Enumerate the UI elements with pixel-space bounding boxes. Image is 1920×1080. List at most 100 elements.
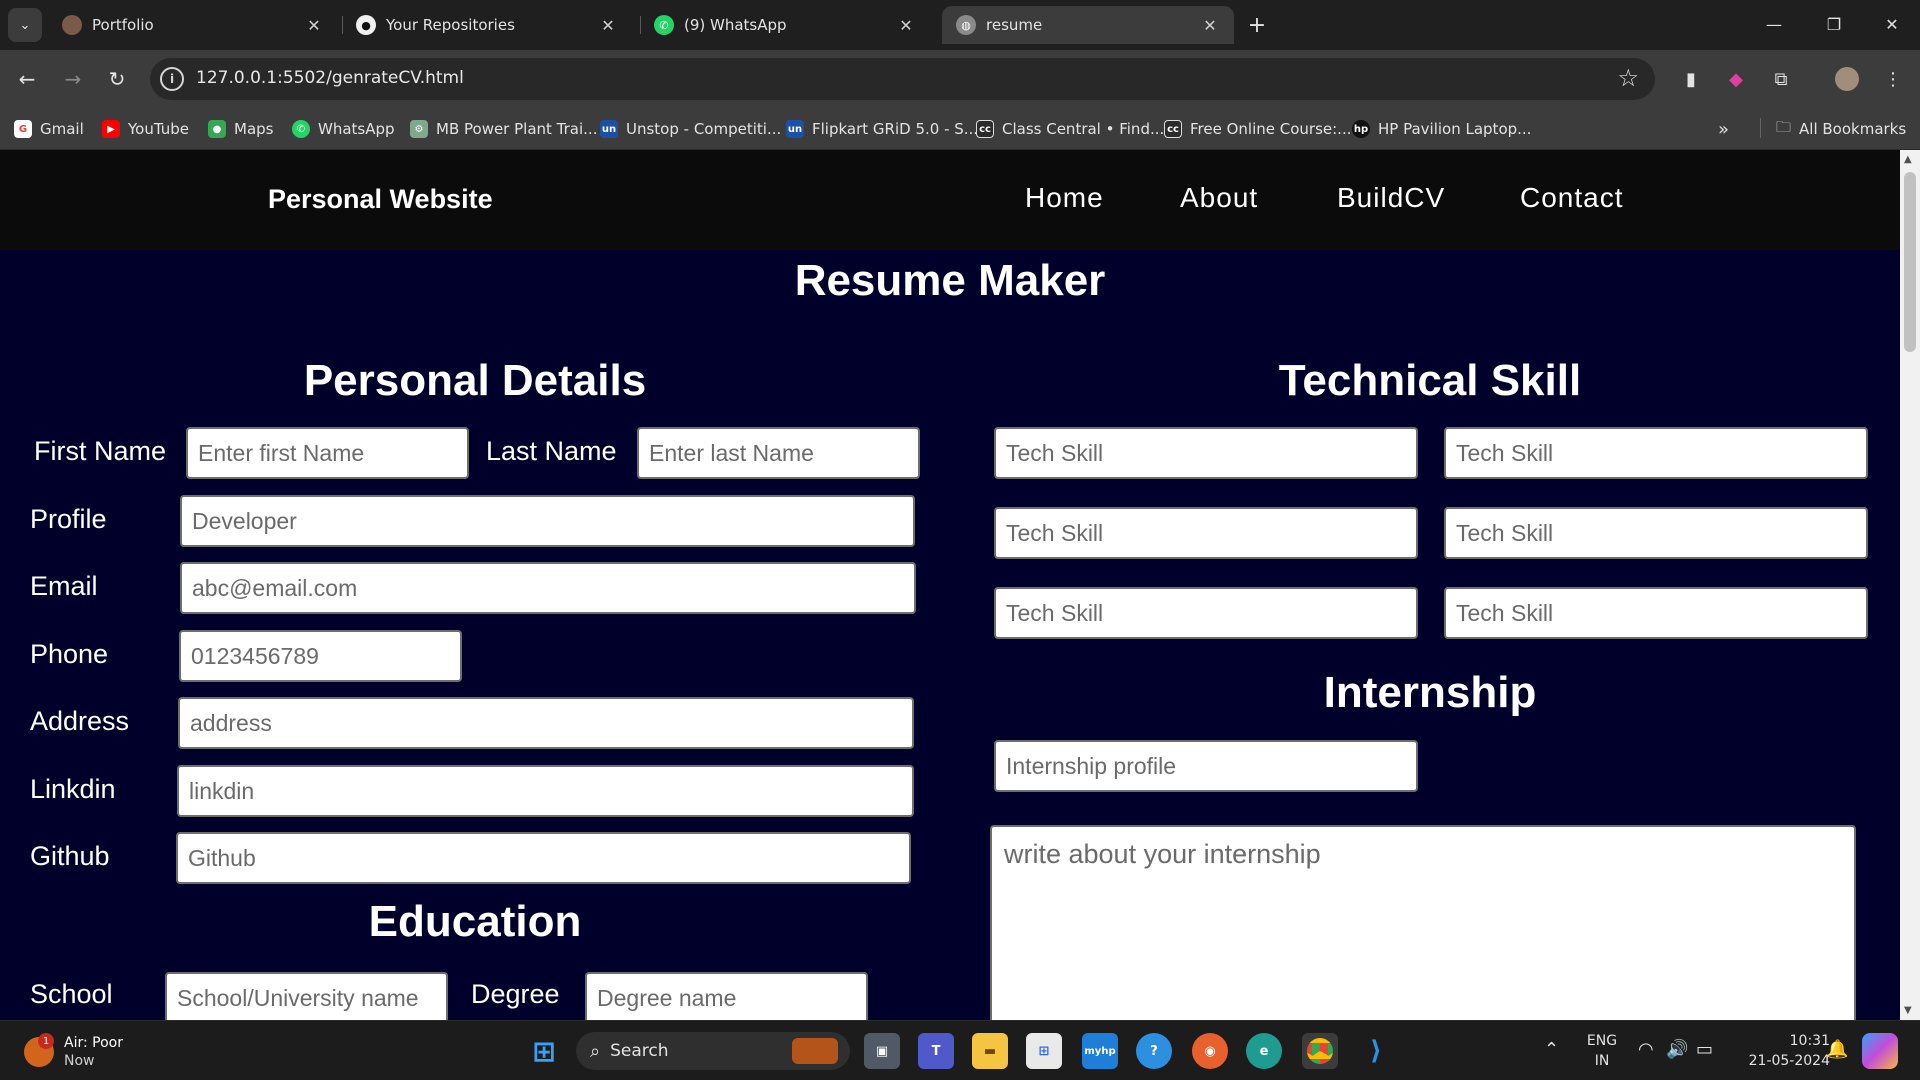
close-tab-icon[interactable]: ✕ [596, 13, 620, 37]
bookmark-maps[interactable]: ● Maps [208, 118, 273, 140]
scroll-up-icon[interactable]: ▲ [1904, 154, 1912, 165]
bookmarks-divider [1760, 118, 1761, 138]
school-input[interactable] [165, 972, 448, 1020]
extensions-puzzle-icon[interactable]: ⧉ [1768, 66, 1794, 92]
taskbar-search[interactable]: ⌕ Search [576, 1032, 850, 1070]
windows-taskbar: 1 Air: Poor Now ⊞ ⌕ Search ▣ T ▬ ⊞ myhp … [0, 1020, 1920, 1080]
volume-icon[interactable]: 🔊 [1666, 1039, 1688, 1060]
windows-start-icon[interactable]: ⊞ [526, 1033, 562, 1069]
site-brand[interactable]: Personal Website [268, 184, 493, 215]
scroll-thumb[interactable] [1904, 172, 1916, 352]
tab-title: Your Repositories [386, 16, 515, 34]
profile-input[interactable] [180, 495, 915, 547]
edge-icon[interactable]: e [1246, 1033, 1282, 1069]
unstop-icon: un [786, 120, 804, 138]
nav-contact[interactable]: Contact [1520, 182, 1624, 214]
tech-skill-input[interactable] [1444, 427, 1868, 479]
github-input[interactable] [176, 832, 911, 884]
tab-title: Portfolio [92, 16, 154, 34]
chrome-icon[interactable] [1302, 1033, 1338, 1069]
address-bar[interactable]: i 127.0.0.1:5502/genrateCV.html ☆ [150, 58, 1655, 100]
nav-buildcv[interactable]: BuildCV [1337, 182, 1445, 214]
bookmark-class-central[interactable]: cc Class Central • Find... [976, 118, 1164, 140]
close-window-icon[interactable]: ✕ [1864, 0, 1920, 48]
site-navbar: Personal Website Home About BuildCV Cont… [0, 150, 1900, 250]
bookmark-flipkart[interactable]: un Flipkart GRiD 5.0 - S... [786, 118, 978, 140]
all-bookmarks[interactable]: 🗀 All Bookmarks [1776, 118, 1906, 140]
tech-skill-input[interactable] [1444, 507, 1868, 559]
wifi-icon[interactable]: ◠ [1638, 1039, 1654, 1060]
myhp-icon[interactable]: myhp [1082, 1033, 1118, 1069]
browser-menu-icon[interactable]: ⋮ [1880, 66, 1906, 92]
weather-widget[interactable]: 1 Air: Poor Now [24, 1033, 164, 1073]
close-tab-icon[interactable]: ✕ [302, 13, 326, 37]
close-tab-icon[interactable]: ✕ [894, 13, 918, 37]
reload-icon[interactable]: ↻ [102, 64, 132, 94]
weather-subtitle: Now [64, 1053, 95, 1069]
battery-icon[interactable]: ▭ [1696, 1039, 1713, 1060]
url-text[interactable]: 127.0.0.1:5502/genrateCV.html [196, 68, 464, 88]
address-input[interactable] [178, 697, 914, 749]
nav-home[interactable]: Home [1025, 182, 1104, 214]
email-input[interactable] [180, 562, 916, 614]
tech-skill-input[interactable] [994, 427, 1418, 479]
tab-whatsapp[interactable]: ✆ (9) WhatsApp ✕ [640, 6, 930, 44]
education-heading: Education [368, 897, 582, 946]
restore-icon[interactable]: ❐ [1806, 0, 1862, 48]
new-tab-button[interactable]: + [1242, 10, 1272, 40]
vscode-icon[interactable]: ⟩ [1358, 1033, 1394, 1069]
help-icon[interactable]: ? [1136, 1033, 1172, 1069]
tab-repositories[interactable]: ● Your Repositories ✕ [342, 6, 632, 44]
task-view-icon[interactable]: ▣ [864, 1033, 900, 1069]
back-icon[interactable]: ← [12, 64, 42, 94]
file-explorer-icon[interactable]: ▬ [972, 1033, 1008, 1069]
maps-pin-icon: ● [208, 120, 226, 138]
teams-icon[interactable]: T [918, 1033, 954, 1069]
forward-icon[interactable]: → [58, 64, 88, 94]
bookmark-gmail[interactable]: G Gmail [14, 118, 84, 140]
internship-heading: Internship [1323, 668, 1537, 717]
tab-resume[interactable]: ◍ resume ✕ [942, 6, 1234, 44]
nav-about[interactable]: About [1180, 182, 1258, 214]
phone-input[interactable] [179, 630, 462, 682]
first-name-input[interactable] [186, 427, 469, 479]
extension-color-icon[interactable]: ◆ [1723, 66, 1749, 92]
close-tab-icon[interactable]: ✕ [1198, 13, 1222, 37]
clock[interactable]: 10:31 21-05-2024 [1730, 1031, 1830, 1071]
bookmark-youtube[interactable]: ▶ YouTube [102, 118, 189, 140]
profile-avatar[interactable] [1834, 66, 1860, 92]
tab-search-button[interactable]: ⌄ [8, 8, 42, 42]
microsoft-store-icon[interactable]: ⊞ [1026, 1033, 1062, 1069]
tech-skill-input[interactable] [994, 587, 1418, 639]
site-info-icon[interactable]: i [160, 67, 184, 91]
tech-skill-input[interactable] [1444, 587, 1868, 639]
internship-profile-input[interactable] [994, 740, 1418, 792]
page-scrollbar[interactable]: ▲ ▼ [1900, 150, 1920, 1020]
whatsapp-icon: ✆ [292, 120, 310, 138]
tech-skill-input[interactable] [994, 507, 1418, 559]
extension-reader-icon[interactable]: ▮ [1678, 66, 1704, 92]
firefox-icon[interactable]: ◉ [1192, 1033, 1228, 1069]
bookmark-free-online-course[interactable]: cc Free Online Course:... [1164, 118, 1351, 140]
language-indicator[interactable]: ENG IN [1582, 1031, 1622, 1071]
scroll-down-icon[interactable]: ▼ [1904, 1005, 1912, 1016]
last-name-input[interactable] [637, 427, 920, 479]
bookmark-hp-pavilion[interactable]: hp HP Pavilion Laptop... [1352, 118, 1531, 140]
minimize-icon[interactable]: — [1746, 0, 1802, 48]
linkedin-input[interactable] [177, 765, 914, 817]
bookmark-mb-power[interactable]: ⚙ MB Power Plant Trai... [410, 118, 597, 140]
internship-description-textarea[interactable] [990, 825, 1856, 1020]
tray-overflow-icon[interactable]: ⌃ [1544, 1039, 1559, 1060]
notification-bell-icon[interactable]: 🔔 [1826, 1039, 1848, 1060]
copilot-icon[interactable] [1862, 1033, 1898, 1069]
folder-icon: 🗀 [1776, 117, 1792, 136]
phone-label: Phone [30, 639, 109, 669]
bookmark-whatsapp[interactable]: ✆ WhatsApp [292, 118, 395, 140]
bookmarks-overflow-icon[interactable]: » [1718, 118, 1729, 140]
degree-input[interactable] [585, 972, 868, 1020]
bookmark-unstop[interactable]: un Unstop - Competiti... [600, 118, 781, 140]
tab-strip: ⌄ Portfolio ✕ ● Your Repositories ✕ ✆ (9… [0, 0, 1920, 50]
tab-portfolio[interactable]: Portfolio ✕ [48, 6, 338, 44]
bookmark-star-icon[interactable]: ☆ [1617, 64, 1639, 92]
weather-title: Air: Poor [64, 1035, 123, 1051]
